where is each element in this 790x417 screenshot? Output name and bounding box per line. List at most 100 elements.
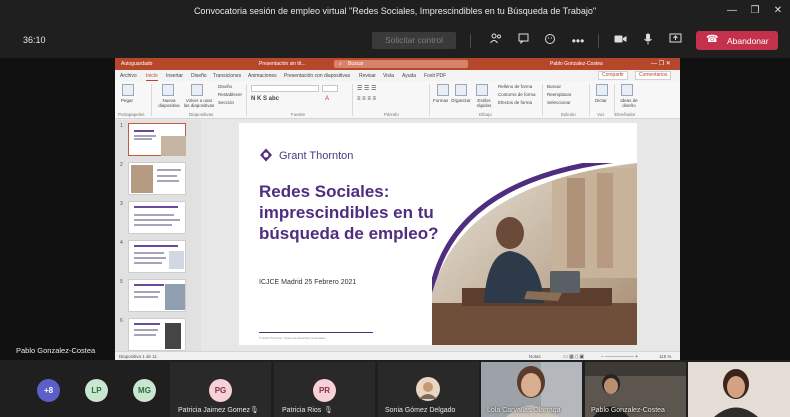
section-button[interactable]: Sección — [218, 100, 234, 105]
tab-presentacion[interactable]: Presentación con diapositivas — [284, 73, 350, 79]
group-font: Fuente — [291, 112, 306, 117]
thumb-line — [157, 169, 181, 171]
paragraph-buttons[interactable]: ☰ ☰ ☰ — [357, 85, 376, 92]
ppt-search-box[interactable]: ⌕ Buscar — [334, 60, 468, 68]
slide-thumbnail[interactable] — [128, 318, 186, 351]
comments-button[interactable]: Comentarios — [635, 71, 672, 80]
participant-video-tile[interactable]: Pablo Gonzalez-Costea — [585, 362, 686, 417]
thumb-line — [134, 296, 158, 298]
new-slide-icon[interactable] — [162, 84, 174, 96]
slide-thumbnail[interactable] — [128, 240, 186, 273]
reuse-slides-label[interactable]: Volver a usar las diapositivas — [183, 98, 215, 108]
slide-thumbnail[interactable] — [128, 123, 186, 156]
shapes-icon[interactable] — [437, 84, 449, 96]
avatar[interactable]: MG — [133, 379, 156, 402]
alignment-buttons[interactable]: ≡ ≡ ≡ ≡ — [357, 96, 376, 102]
notes-button[interactable]: Notas — [529, 354, 541, 359]
arrange-icon[interactable] — [455, 84, 467, 96]
design-ideas-icon[interactable] — [621, 84, 633, 96]
thumb-line — [134, 262, 162, 264]
ribbon-separator — [589, 84, 590, 116]
ribbon-separator — [542, 84, 543, 116]
select-button[interactable]: Seleccionar — [547, 100, 571, 105]
shapes-label[interactable]: Formas — [433, 98, 448, 103]
participant-video-tile[interactable] — [688, 362, 790, 417]
reuse-slides-icon[interactable] — [191, 84, 203, 96]
quick-styles-label[interactable]: Estilos rápidos — [473, 98, 495, 108]
share-button[interactable]: Compartir — [598, 71, 628, 80]
slide-photo — [432, 163, 637, 345]
thumb-line — [134, 284, 164, 286]
participant-video-tile[interactable]: Lola Carvallas Olarraga — [481, 362, 582, 417]
find-button[interactable]: Buscar — [547, 84, 561, 89]
participant-tile[interactable]: PR Patricia Rios 🎙 — [274, 362, 375, 417]
minimize-button[interactable]: — — [724, 4, 740, 18]
ppt-filename: Presentación sin tít... — [259, 61, 306, 67]
quick-styles-icon[interactable] — [476, 84, 488, 96]
slide-subtitle: ICJCE Madrid 25 Febrero 2021 — [259, 279, 357, 286]
font-color-button[interactable]: A — [325, 96, 329, 102]
maximize-button[interactable]: ❐ — [747, 4, 763, 18]
dictate-icon[interactable] — [596, 84, 608, 96]
tab-diseno[interactable]: Diseño — [191, 73, 207, 79]
more-options-icon[interactable]: ••• — [570, 33, 586, 49]
group-slides: Diapositivas — [189, 112, 214, 117]
slide-thumbnails: 1 2 3 4 5 6 — [115, 120, 201, 351]
slide-thumbnail[interactable] — [128, 279, 186, 312]
leave-button[interactable]: ☎ Abandonar — [696, 31, 778, 50]
group-drawing: Dibujo — [479, 112, 492, 117]
font-format-buttons[interactable]: N K S abc — [251, 96, 279, 102]
tab-foxit[interactable]: Foxit PDF — [424, 73, 446, 79]
participant-tile[interactable]: Sonia Gómez Delgado — [378, 362, 479, 417]
tab-animaciones[interactable]: Animaciones — [248, 73, 277, 79]
headline-line-3: búsqueda de empleo? — [259, 224, 439, 243]
participant-tile[interactable]: PG Patricia Jaimez Gomez 🎙 — [170, 362, 271, 417]
headline-line-2: imprescindibles en tu — [259, 203, 434, 222]
tab-inicio[interactable]: Inicio — [146, 73, 158, 81]
presenter-name: Pablo Gonzalez-Costea — [16, 346, 96, 355]
font-size-field[interactable] — [322, 85, 338, 92]
slide-canvas[interactable]: Grant Thornton Redes Sociales: imprescin… — [239, 123, 637, 345]
shape-outline-button[interactable]: Contorno de forma — [498, 92, 536, 97]
ppt-window-controls[interactable]: — ❐ ✕ — [651, 60, 671, 67]
arrange-label[interactable]: Organizar — [451, 98, 471, 103]
microphone-icon[interactable] — [640, 33, 656, 49]
slide-counter: Diapositiva 1 de 11 — [119, 354, 157, 359]
thumb-photo — [131, 165, 153, 193]
tab-ayuda[interactable]: Ayuda — [402, 73, 416, 79]
dictate-label[interactable]: Dictar — [595, 98, 607, 103]
ppt-user-name: Pablo Gonzalez-Costea — [550, 61, 603, 67]
camera-icon[interactable] — [612, 33, 628, 49]
slide-thumbnail[interactable] — [128, 162, 186, 195]
close-button[interactable]: ✕ — [770, 4, 786, 18]
tab-insertar[interactable]: Insertar — [166, 73, 183, 79]
tab-transiciones[interactable]: Transiciones — [213, 73, 241, 79]
font-name-field[interactable] — [251, 85, 319, 92]
design-ideas-label[interactable]: Ideas de diseño — [617, 98, 641, 108]
chat-icon[interactable] — [515, 33, 531, 49]
paste-icon[interactable] — [122, 84, 134, 96]
reset-button[interactable]: Restablecer — [218, 92, 242, 97]
slide-headline: Redes Sociales: imprescindibles en tu bú… — [259, 181, 459, 244]
more-participants-avatar[interactable]: +8 — [37, 379, 60, 402]
participants-icon[interactable] — [488, 33, 504, 49]
tab-archivo[interactable]: Archivo — [120, 73, 137, 79]
avatar: PR — [313, 379, 336, 402]
reactions-icon[interactable] — [542, 33, 558, 49]
replace-button[interactable]: Reemplazar — [547, 92, 571, 97]
slide-thumbnail[interactable] — [128, 201, 186, 234]
thumb-line — [134, 224, 172, 226]
request-control-button[interactable]: Solicitar control — [372, 32, 456, 49]
avatar[interactable]: LP — [85, 379, 108, 402]
share-screen-icon[interactable] — [667, 33, 683, 49]
paste-label[interactable]: Pegar — [121, 98, 133, 103]
layout-button[interactable]: Diseño — [218, 84, 232, 89]
tab-vista[interactable]: Vista — [383, 73, 394, 79]
thumb-number: 4 — [120, 240, 123, 246]
new-slide-label[interactable]: Nueva diapositiva — [155, 98, 183, 108]
tab-revisar[interactable]: Revisar — [359, 73, 376, 79]
shape-effects-button[interactable]: Efectos de forma — [498, 100, 532, 105]
zoom-level[interactable]: 115 % — [659, 354, 671, 359]
shape-fill-button[interactable]: Relleno de forma — [498, 84, 532, 89]
autosave-label[interactable]: Autoguardado — [121, 61, 152, 67]
